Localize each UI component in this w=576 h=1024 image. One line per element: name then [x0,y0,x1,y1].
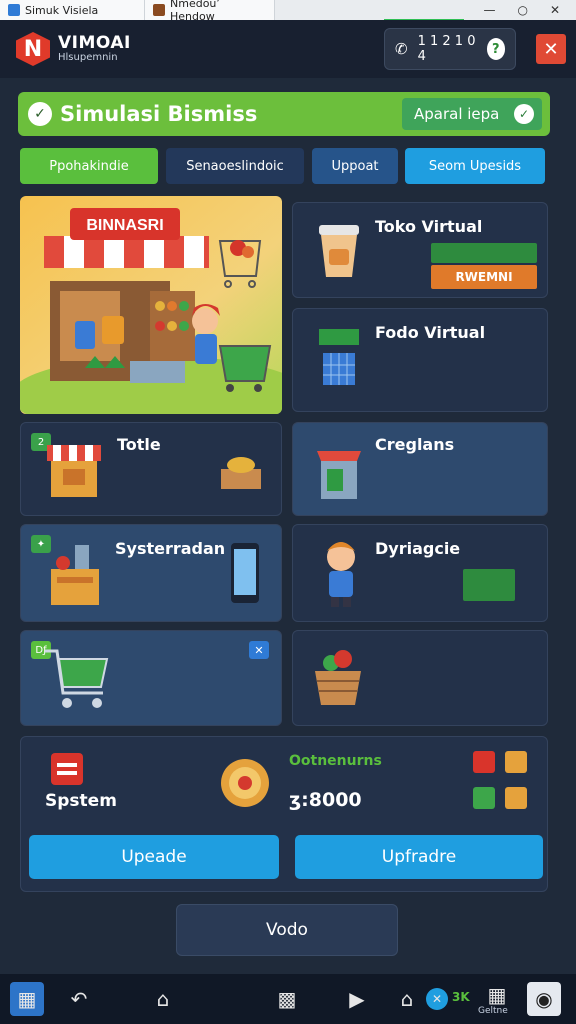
browser-tab-title: Simuk Visiela [25,3,99,17]
page-title-bar: ✓ Simulasi Bismiss Aparal iepa ✓ [18,92,550,136]
check-icon: ✓ [28,102,52,126]
app-header: N VIMOAI Hlsupemnin ✆ 1 1 2 1 0 4 ? ✕ [0,20,576,78]
tab-bar: Ppohakindie Senaoeslindoic Uppoat Seom U… [20,148,546,184]
system-label: Spstem [45,791,117,811]
restore-icon[interactable]: ○ [517,3,527,17]
balance-value: 1 1 2 1 0 4 [417,34,476,64]
browser-tab-1[interactable]: Simuk Visiela [0,0,145,20]
shopkeeper-icon [327,542,355,607]
check-icon: ? [486,38,505,60]
card-creglans[interactable]: Creglans [292,422,548,516]
shopping-cart-icon [45,649,109,708]
tab-seom-upesids[interactable]: Seom Upesids [405,148,545,184]
check-icon: ✓ [514,104,534,124]
card-dyriagcie[interactable]: Dyriagcie [292,524,548,622]
brand: VIMOAI Hlsupemnin [58,32,131,63]
browser-tab-2[interactable]: Nmedou’ Hendow [145,0,275,23]
shop-sign-text: BINNASRI [86,217,163,234]
window-controls: — ○ ✕ [483,3,576,17]
title-action-label: Aparal iepa [414,105,500,123]
brand-subtitle: Hlsupemnin [58,51,118,63]
upgrade-left-button[interactable]: Upeade [29,835,279,879]
green-tool-icon[interactable] [473,787,495,809]
system-icon [51,753,83,785]
taskbar: ▦ ↶ ⌂ ▩ ▶ ⌂ ✕ 3K ▦ Geltne ◉ [0,974,576,1024]
close-app-button[interactable]: ✕ [536,34,566,64]
logo-icon: N [16,32,50,66]
taskbar-label: Geltne [478,1006,508,1016]
tab-uppoat[interactable]: Uppoat [312,148,398,184]
smartphone-icon [231,543,259,603]
card-systerradan[interactable]: ✦ Systerradan [20,524,282,622]
shop-illustration[interactable]: BINNASRI [20,196,282,414]
rwemni-button[interactable]: RWEMNI [431,265,537,289]
stats-value: ʒ:8000 [289,789,362,811]
basket-icon [315,650,361,705]
start-icon[interactable]: ▦ [10,982,44,1016]
x-icon[interactable]: ✕ [426,988,448,1010]
home-icon[interactable]: ⌂ [146,982,180,1016]
main-panel: ✓ Simulasi Bismiss Aparal iepa ✓ Ppohaki… [10,82,558,972]
orange-tool-icon[interactable] [505,751,527,773]
card-label: Systerradan [115,539,226,558]
vodo-button[interactable]: Vodo [176,904,398,956]
tab-ppohakindie[interactable]: Ppohakindie [20,148,158,184]
title-action-button[interactable]: Aparal iepa ✓ [402,98,542,130]
puzzle-icon[interactable]: ▩ [270,982,304,1016]
house-icon[interactable]: ⌂ [390,982,424,1016]
back-icon[interactable]: ↶ [62,982,96,1016]
cart-flag-icon [319,329,359,385]
card-label: Creglans [375,435,455,454]
card-toko-virtual[interactable]: Toko Virtual RWEMNI [292,202,548,298]
card-status-green [431,243,537,263]
card-label: Dyriagcie [375,539,461,558]
red-tool-icon[interactable] [473,751,495,773]
card-cart[interactable]: Dƒ ✕ [20,630,282,726]
upgrade-right-button[interactable]: Upfradre [295,835,543,879]
minimize-icon[interactable]: — [483,3,495,17]
brand-name: VIMOAI [58,32,131,53]
card-label: Totle [117,435,161,454]
close-icon[interactable]: ✕ [550,3,560,17]
card-label: Fodo Virtual [375,323,486,342]
close-icon[interactable]: ✕ [249,641,269,659]
gold-tool-icon[interactable] [505,787,527,809]
card-action-button[interactable] [463,569,515,601]
coin-pouch-icon [221,759,269,807]
shop-illustration-graphic: BINNASRI [20,196,282,414]
shopping-bag-icon [51,545,99,605]
taskbar-extra: 3K [452,990,470,1004]
page-title: Simulasi Bismiss [60,102,258,126]
balance-pill[interactable]: ✆ 1 1 2 1 0 4 ? [384,28,516,70]
tab-favicon-icon [8,4,20,16]
fruit-box-icon [221,457,261,489]
card-basket[interactable] [292,630,548,726]
tab-senaoeslindoic[interactable]: Senaoeslindoic [166,148,304,184]
card-label: Toko Virtual [375,217,483,236]
kiosk-icon [317,451,361,499]
play-icon[interactable]: ▶ [340,982,374,1016]
gamepad-icon[interactable]: ◉ [527,982,561,1016]
cup-icon [319,225,359,277]
stats-title: Ootnenurns [289,753,382,769]
summary-panel: Spstem Ootnenurns ʒ:8000 Upeade Upfradre [20,736,548,892]
tab-favicon-icon [153,4,165,16]
browser-tabbar: Simuk Visiela Nmedou’ Hendow — ○ ✕ [0,0,576,23]
card-fodo-virtual[interactable]: Fodo Virtual [292,308,548,412]
card-totle[interactable]: 2 Totle [20,422,282,516]
phone-icon: ✆ [395,40,408,58]
store-box-icon [47,445,101,497]
